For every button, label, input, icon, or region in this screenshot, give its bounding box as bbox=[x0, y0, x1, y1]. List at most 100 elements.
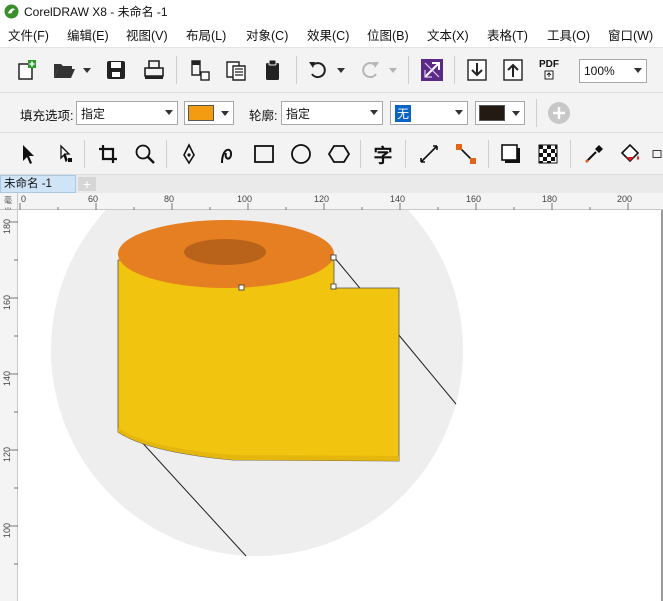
search-content-button[interactable] bbox=[418, 56, 446, 84]
interactive-fill-tool-button[interactable] bbox=[616, 140, 644, 168]
outline-color-picker[interactable] bbox=[475, 101, 525, 125]
open-dropdown-arrow[interactable] bbox=[82, 65, 92, 75]
fill-color-picker[interactable] bbox=[184, 101, 234, 125]
fill-type-select[interactable]: 指定 bbox=[76, 101, 178, 125]
pick-tool-button[interactable] bbox=[14, 140, 42, 168]
toolbar-separator bbox=[454, 56, 455, 84]
smart-fill-tool-button[interactable] bbox=[652, 140, 663, 168]
standard-toolbar: PDF 100% bbox=[0, 48, 663, 93]
artistic-media-tool-button[interactable] bbox=[213, 140, 241, 168]
redo-button[interactable] bbox=[356, 56, 384, 84]
connector-tool-button[interactable] bbox=[452, 140, 480, 168]
menu-window[interactable]: 窗口(W) bbox=[608, 25, 653, 44]
menu-text[interactable]: 文本(X) bbox=[427, 25, 469, 44]
menu-table[interactable]: 表格(T) bbox=[487, 25, 528, 44]
toolbar-separator bbox=[166, 140, 167, 168]
outline-type-select[interactable]: 指定 bbox=[281, 101, 383, 125]
drawing-canvas[interactable] bbox=[18, 210, 663, 601]
save-disk-icon bbox=[107, 61, 125, 79]
import-icon bbox=[191, 60, 210, 81]
redo-dropdown-arrow[interactable] bbox=[388, 65, 398, 75]
drop-shadow-icon bbox=[501, 144, 520, 163]
fill-options-label: 填充选项: bbox=[20, 109, 74, 123]
new-document-button[interactable] bbox=[12, 56, 40, 84]
polygon-tool-button[interactable] bbox=[325, 140, 353, 168]
vertical-ruler-ticks bbox=[10, 221, 18, 565]
horizontal-ruler-ticks bbox=[19, 203, 629, 210]
crop-tool-button[interactable] bbox=[94, 140, 122, 168]
tape-core-hole bbox=[184, 239, 266, 265]
zoom-level-select[interactable]: 100% bbox=[579, 59, 647, 83]
toolbar-separator bbox=[570, 140, 571, 168]
publish-pdf-button[interactable]: PDF bbox=[535, 56, 563, 84]
menu-bar: 文件(F) 编辑(E) 视图(V) 布局(L) 对象(C) 效果(C) 位图(B… bbox=[0, 22, 663, 48]
outline-width-value: 无 bbox=[395, 104, 412, 122]
chevron-down-icon bbox=[221, 111, 229, 116]
v-tick-label: 160 bbox=[2, 294, 12, 310]
new-tab-button[interactable]: + bbox=[78, 177, 96, 191]
connector-line-icon bbox=[456, 144, 476, 164]
document-tab-active[interactable]: 未命名 -1 bbox=[0, 175, 76, 193]
export-button[interactable] bbox=[222, 56, 250, 84]
parallel-dimension-icon bbox=[420, 145, 438, 163]
shape-tool-button[interactable] bbox=[50, 140, 78, 168]
rectangle-icon bbox=[254, 145, 274, 163]
add-circle-icon bbox=[548, 102, 570, 124]
menu-edit[interactable]: 编辑(E) bbox=[67, 25, 109, 44]
v-tick-label: 140 bbox=[2, 370, 12, 386]
artwork bbox=[51, 210, 463, 557]
vertical-ruler[interactable]: 180 160 140 120 100 bbox=[0, 210, 18, 601]
toolbar-separator bbox=[405, 140, 406, 168]
v-tick-label: 120 bbox=[2, 446, 12, 462]
corel-connect-icon bbox=[421, 59, 443, 81]
undo-button[interactable] bbox=[304, 56, 332, 84]
pdf-export-icon bbox=[544, 70, 554, 80]
h-tick-label: 180 bbox=[542, 194, 558, 204]
transparency-tool-button[interactable] bbox=[534, 140, 562, 168]
menu-object[interactable]: 对象(C) bbox=[246, 25, 288, 44]
ellipse-tool-button[interactable] bbox=[287, 140, 315, 168]
print-button[interactable] bbox=[140, 56, 168, 84]
dimension-tool-button[interactable] bbox=[415, 140, 443, 168]
text-tool-button[interactable]: 字 bbox=[369, 140, 397, 168]
menu-bitmaps[interactable]: 位图(B) bbox=[367, 25, 409, 44]
v-tick-label: 100 bbox=[2, 522, 12, 538]
import-down-button[interactable] bbox=[463, 56, 491, 84]
window-title: CorelDRAW X8 - 未命名 -1 bbox=[24, 4, 168, 19]
menu-layout[interactable]: 布局(L) bbox=[186, 25, 226, 44]
chevron-down-icon bbox=[165, 110, 173, 115]
outline-width-select[interactable]: 无 bbox=[390, 101, 468, 125]
h-tick-label: 120 bbox=[314, 194, 330, 204]
ruler-origin[interactable]: 毫米 bbox=[0, 193, 18, 216]
publish-to-pdf-button[interactable] bbox=[258, 56, 286, 84]
selection-node-handle[interactable] bbox=[238, 284, 245, 291]
h-tick-label: 100 bbox=[237, 194, 253, 204]
menu-tools[interactable]: 工具(O) bbox=[547, 25, 590, 44]
h-tick-label: 200 bbox=[617, 194, 633, 204]
shape-node-icon bbox=[60, 144, 72, 163]
rectangle-tool-button[interactable] bbox=[250, 140, 278, 168]
selection-node-handle[interactable] bbox=[330, 254, 337, 261]
eyedropper-tool-button[interactable] bbox=[580, 140, 608, 168]
open-button[interactable] bbox=[50, 56, 78, 84]
save-button[interactable] bbox=[102, 56, 130, 84]
tape-side-body[interactable] bbox=[117, 259, 400, 462]
fill-type-value: 指定 bbox=[81, 106, 106, 121]
add-preset-button[interactable] bbox=[545, 99, 573, 127]
zoom-level-value: 100% bbox=[584, 64, 615, 78]
selection-node-handle[interactable] bbox=[330, 283, 337, 290]
toolbar-separator bbox=[408, 56, 409, 84]
menu-effects[interactable]: 效果(C) bbox=[307, 25, 349, 44]
horizontal-ruler[interactable]: 0 60 80 100 120 140 160 180 200 bbox=[18, 193, 663, 210]
freehand-tool-button[interactable] bbox=[175, 140, 203, 168]
export-icon bbox=[226, 61, 246, 81]
import-button[interactable] bbox=[186, 56, 214, 84]
undo-dropdown-arrow[interactable] bbox=[336, 65, 346, 75]
clipboard-icon bbox=[266, 59, 279, 80]
coreldraw-logo-icon bbox=[4, 3, 19, 19]
zoom-tool-button[interactable] bbox=[131, 140, 159, 168]
menu-view[interactable]: 视图(V) bbox=[126, 25, 168, 44]
drop-shadow-tool-button[interactable] bbox=[497, 140, 525, 168]
export-up-button[interactable] bbox=[499, 56, 527, 84]
menu-file[interactable]: 文件(F) bbox=[8, 25, 49, 44]
